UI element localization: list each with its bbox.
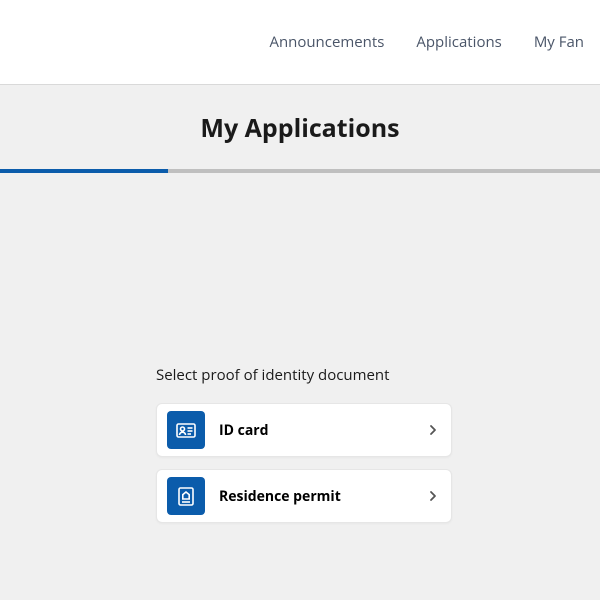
house-doc-icon [167, 477, 205, 515]
option-label: ID card [219, 421, 429, 440]
chevron-right-icon [429, 485, 437, 507]
page-title: My Applications [0, 85, 600, 169]
page-body: My Applications Select proof of identity… [0, 85, 600, 600]
nav-announcements[interactable]: Announcements [253, 32, 400, 52]
top-nav: Announcements Applications My Fan [0, 0, 600, 85]
progress-fill [0, 169, 168, 173]
option-residence-permit[interactable]: Residence permit [156, 469, 452, 523]
identity-document-selector: Select proof of identity document ID car… [156, 365, 452, 535]
option-label: Residence permit [219, 487, 429, 506]
id-card-icon [167, 411, 205, 449]
progress-bar [0, 169, 600, 173]
nav-applications[interactable]: Applications [400, 32, 517, 52]
option-id-card[interactable]: ID card [156, 403, 452, 457]
nav-my-fan[interactable]: My Fan [518, 32, 600, 52]
form-heading: Select proof of identity document [156, 365, 452, 385]
chevron-right-icon [429, 419, 437, 441]
